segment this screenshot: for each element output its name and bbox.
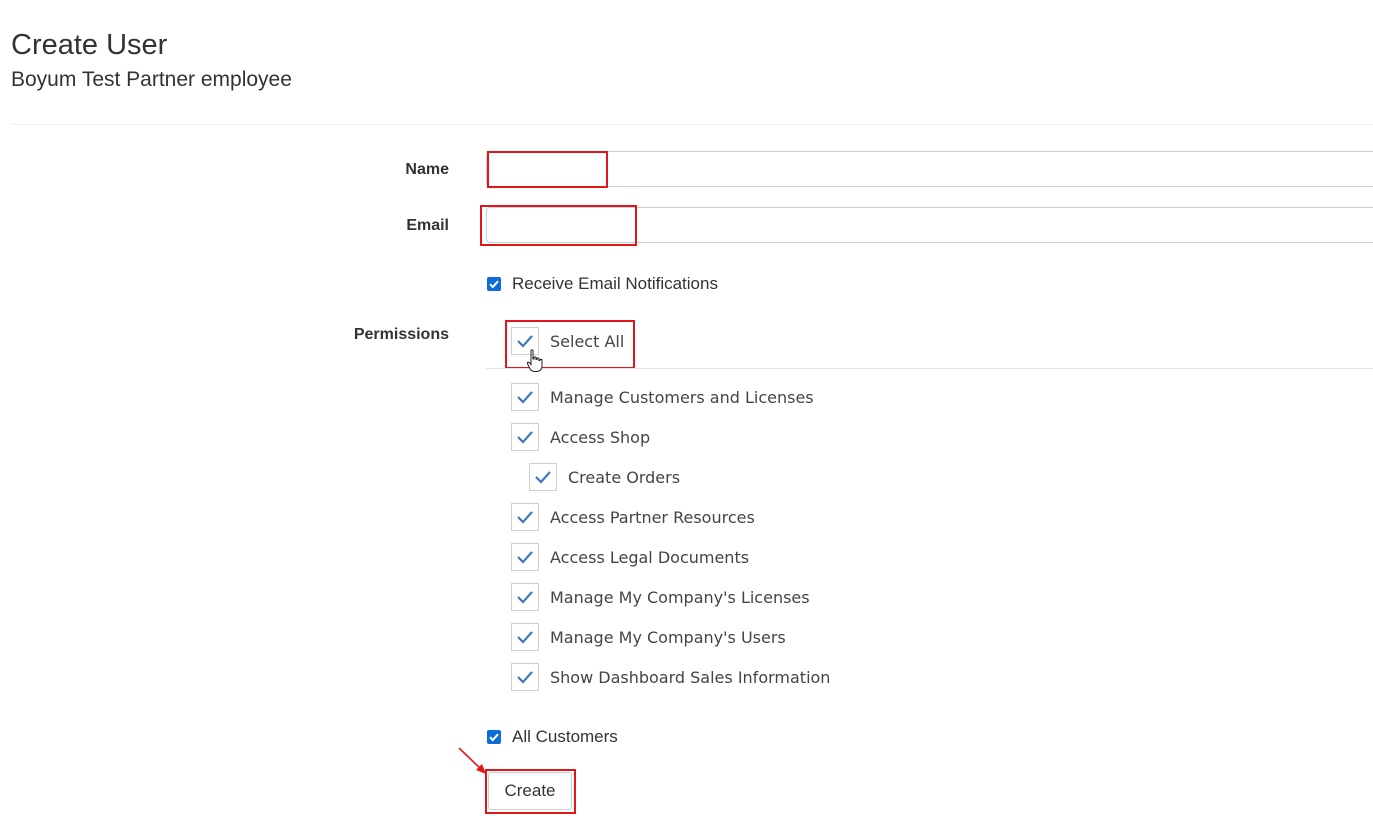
checkmark-icon (489, 733, 499, 742)
permission-checkbox[interactable] (511, 423, 539, 451)
name-input[interactable] (486, 151, 1373, 187)
permission-label: Access Partner Resources (550, 508, 755, 527)
checkmark-icon (517, 431, 533, 444)
permissions-divider (486, 368, 1373, 369)
permission-label: Show Dashboard Sales Information (550, 668, 831, 687)
checkmark-icon (489, 280, 499, 289)
receive-notifications-checkbox[interactable] (487, 277, 501, 291)
checkmark-icon (535, 471, 551, 484)
permission-label: Manage My Company's Licenses (550, 588, 810, 607)
checkmark-icon (517, 631, 533, 644)
permission-checkbox[interactable] (511, 663, 539, 691)
page-title: Create User (11, 29, 168, 61)
checkmark-icon (517, 671, 533, 684)
permission-label: Manage My Company's Users (550, 628, 786, 647)
email-label: Email (406, 217, 449, 234)
all-customers-label: All Customers (512, 727, 618, 746)
permission-checkbox[interactable] (511, 583, 539, 611)
permission-checkbox[interactable] (511, 503, 539, 531)
header-divider (11, 124, 1373, 125)
page-subtitle: Boyum Test Partner employee (11, 68, 292, 91)
checkmark-icon (517, 391, 533, 404)
permission-label: Create Orders (568, 468, 681, 487)
create-button[interactable]: Create (488, 772, 572, 810)
email-input[interactable] (486, 207, 1373, 243)
checkmark-icon (517, 591, 533, 604)
permission-label: Access Legal Documents (550, 548, 750, 567)
all-customers-checkbox[interactable] (487, 730, 501, 744)
checkmark-icon (517, 335, 533, 348)
permission-label: Access Shop (550, 428, 651, 447)
permission-checkbox[interactable] (529, 463, 557, 491)
red-arrow-icon (458, 747, 486, 774)
checkmark-icon (517, 511, 533, 524)
permission-checkbox[interactable] (511, 383, 539, 411)
permissions-label: Permissions (353, 326, 449, 343)
permission-checkbox[interactable] (511, 543, 539, 571)
receive-notifications-label: Receive Email Notifications (512, 274, 718, 293)
page-header: Create User Boyum Test Partner employee (11, 26, 292, 94)
permission-label: Manage Customers and Licenses (550, 388, 814, 407)
select-all-label: Select All (550, 332, 625, 351)
permission-checkbox[interactable] (511, 623, 539, 651)
hand-pointer-icon (526, 349, 543, 372)
checkmark-icon (517, 551, 533, 564)
name-label: Name (405, 161, 449, 178)
